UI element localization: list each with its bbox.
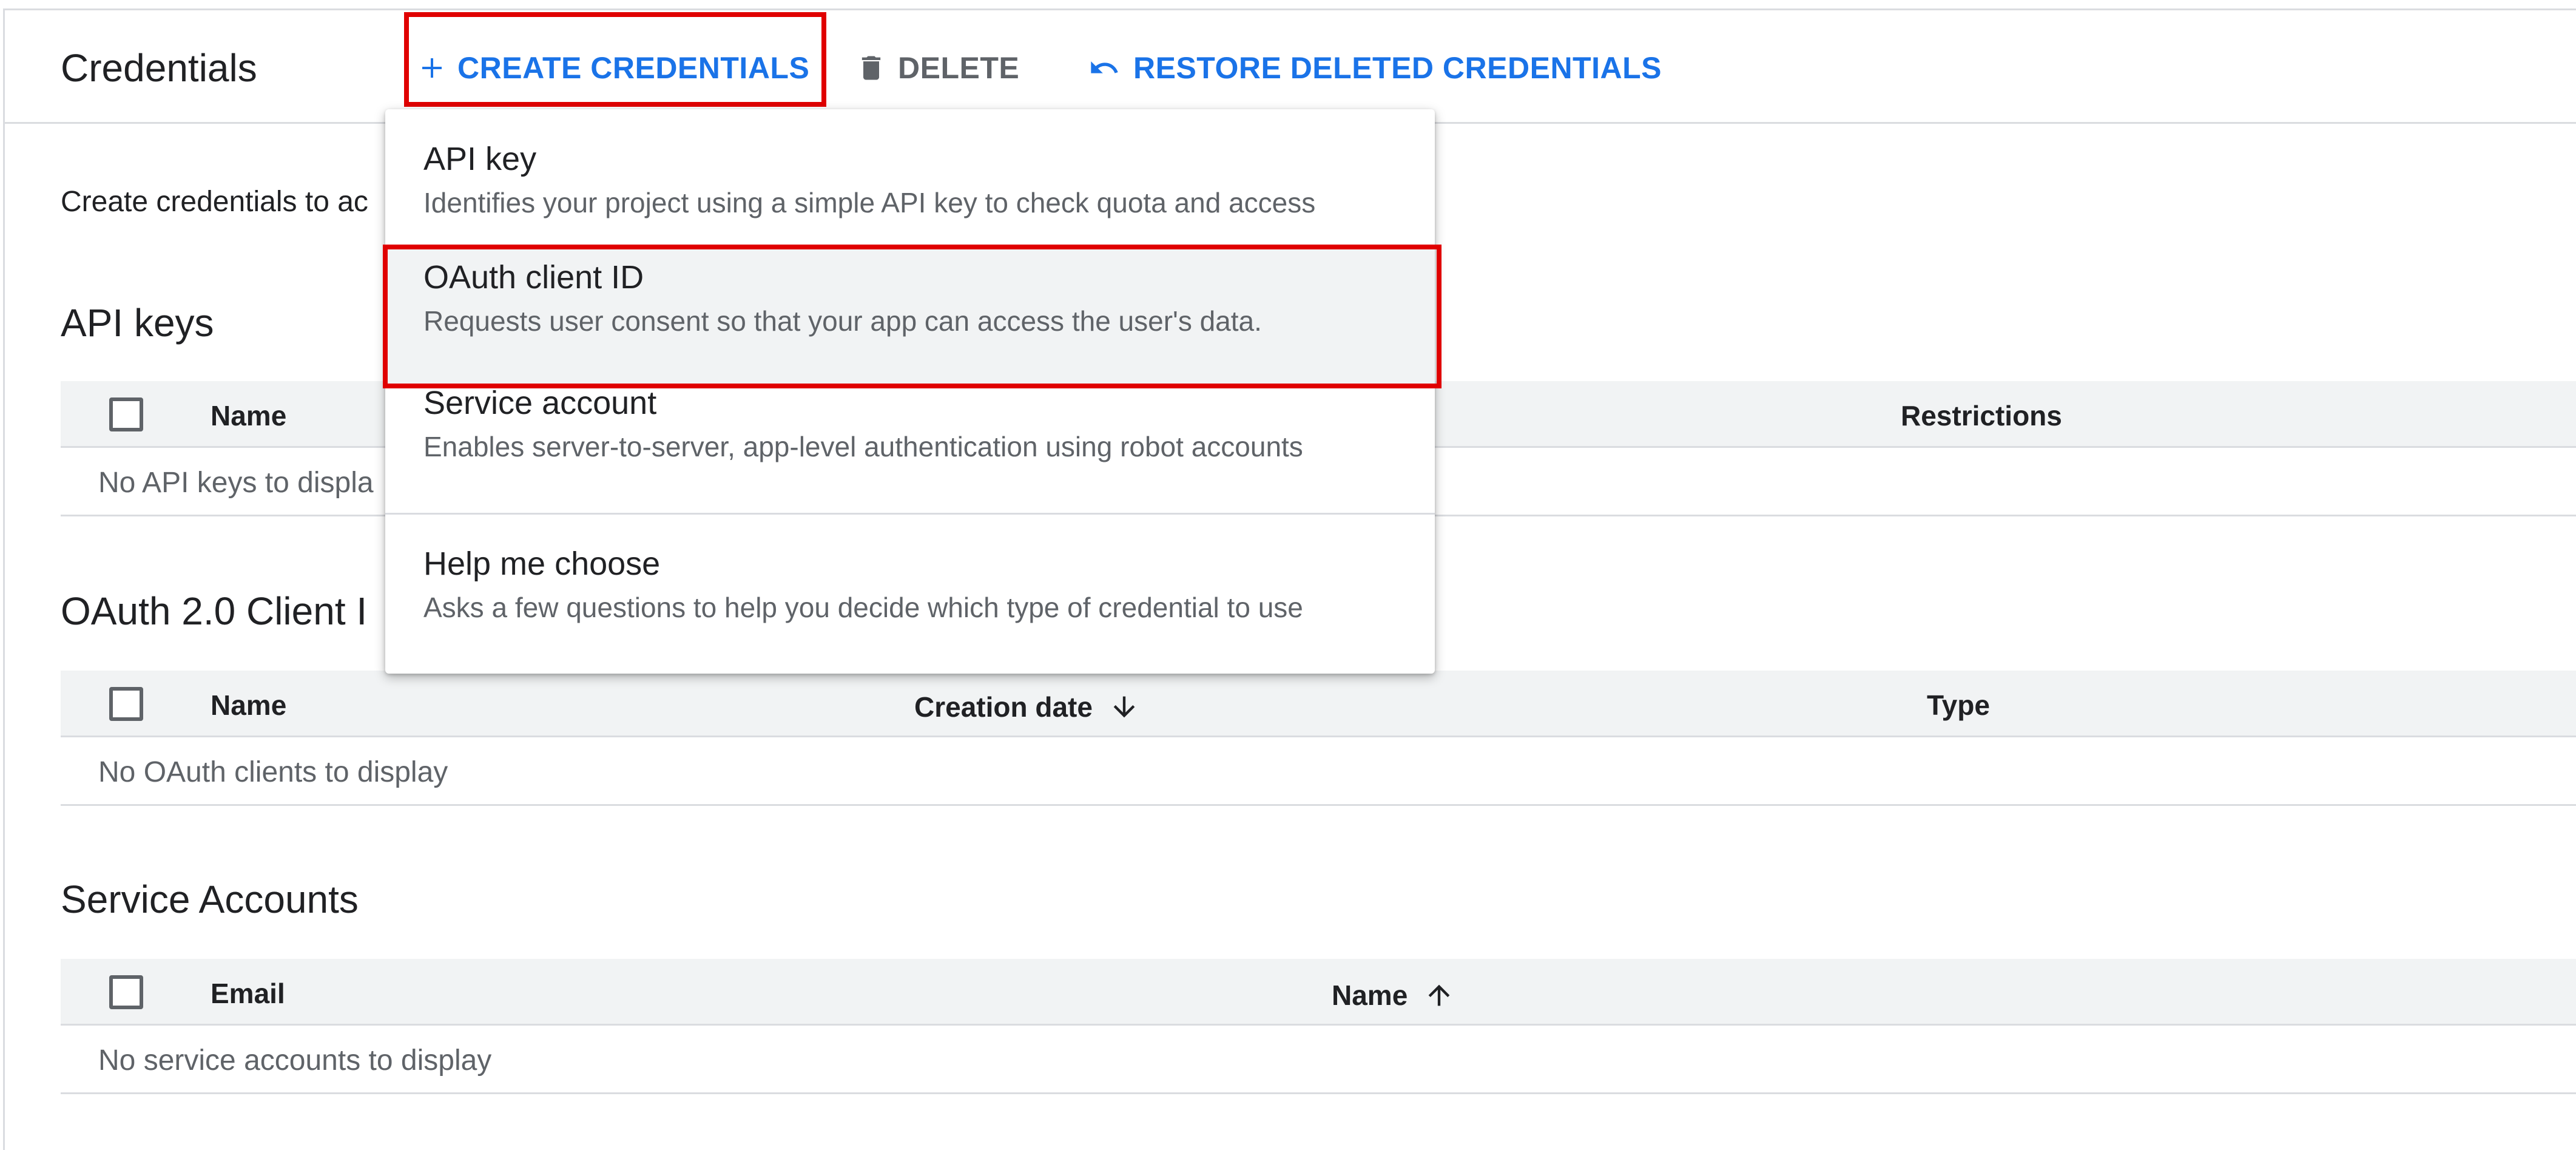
menu-item-description: Asks a few questions to help you decide … — [423, 592, 1303, 623]
delete-label: DELETE — [898, 51, 1020, 85]
service-accounts-title: Service Accounts — [61, 878, 359, 921]
service-accounts-table-header: Email Name — [61, 959, 2576, 1026]
create-credentials-menu: API key Identifies your project using a … — [385, 109, 1435, 674]
api-keys-title: API keys — [61, 301, 214, 345]
menu-item-help-me-choose[interactable]: Help me choose Asks a few questions to h… — [385, 544, 1435, 626]
plus-icon — [417, 53, 447, 83]
page-title: Credentials — [61, 46, 257, 90]
column-type[interactable]: Type — [1927, 689, 1990, 722]
menu-item-description: Enables server-to-server, app-level auth… — [423, 431, 1303, 462]
menu-item-title: API key — [423, 141, 537, 177]
delete-button[interactable]: DELETE — [855, 44, 1019, 92]
service-accounts-select-all-checkbox[interactable] — [109, 975, 143, 1009]
menu-item-description: Identifies your project using a simple A… — [423, 187, 1316, 218]
trash-icon — [855, 51, 887, 85]
menu-item-title: Help me choose — [423, 546, 661, 582]
column-name[interactable]: Name — [211, 399, 286, 432]
api-keys-empty-text: No API keys to displa — [98, 467, 374, 499]
credentials-page: Credentials CREATE CREDENTIALS DELETE RE… — [0, 0, 2576, 1150]
undo-icon — [1086, 52, 1122, 84]
oauth-select-all-checkbox[interactable] — [109, 687, 143, 721]
oauth-empty-row: No OAuth clients to display — [61, 737, 2576, 806]
restore-label: RESTORE DELETED CREDENTIALS — [1133, 51, 1662, 85]
column-restrictions[interactable]: Restrictions — [1901, 399, 2062, 432]
column-name[interactable]: Name — [1332, 977, 1455, 1013]
column-name[interactable]: Name — [211, 689, 286, 722]
arrow-up-icon — [1423, 977, 1455, 1013]
menu-item-title: Service account — [423, 385, 657, 421]
create-credentials-label: CREATE CREDENTIALS — [457, 51, 810, 85]
service-accounts-empty-row: No service accounts to display — [61, 1026, 2576, 1094]
menu-item-title: OAuth client ID — [423, 259, 644, 296]
service-accounts-empty-text: No service accounts to display — [98, 1044, 492, 1077]
api-keys-select-all-checkbox[interactable] — [109, 397, 143, 431]
arrow-down-icon — [1108, 689, 1140, 725]
column-name-label: Name — [1332, 979, 1408, 1011]
oauth-table-header: Name Creation date Type — [61, 671, 2576, 737]
restore-deleted-credentials-button[interactable]: RESTORE DELETED CREDENTIALS — [1086, 44, 1662, 92]
menu-item-service-account[interactable]: Service account Enables server-to-server… — [385, 384, 1435, 465]
column-creation-date-label: Creation date — [914, 691, 1093, 723]
menu-item-oauth-client-id[interactable]: OAuth client ID Requests user consent so… — [385, 246, 1435, 385]
oauth-clients-title: OAuth 2.0 Client I — [61, 589, 368, 633]
intro-text: Create credentials to ac — [61, 186, 368, 218]
menu-item-api-key[interactable]: API key Identifies your project using a … — [385, 140, 1435, 221]
create-credentials-button[interactable]: CREATE CREDENTIALS — [417, 44, 809, 92]
menu-item-description: Requests user consent so that your app c… — [423, 305, 1262, 337]
column-email[interactable]: Email — [211, 977, 285, 1010]
column-creation-date[interactable]: Creation date — [914, 689, 1140, 725]
menu-divider — [385, 513, 1435, 515]
oauth-empty-text: No OAuth clients to display — [98, 756, 448, 788]
